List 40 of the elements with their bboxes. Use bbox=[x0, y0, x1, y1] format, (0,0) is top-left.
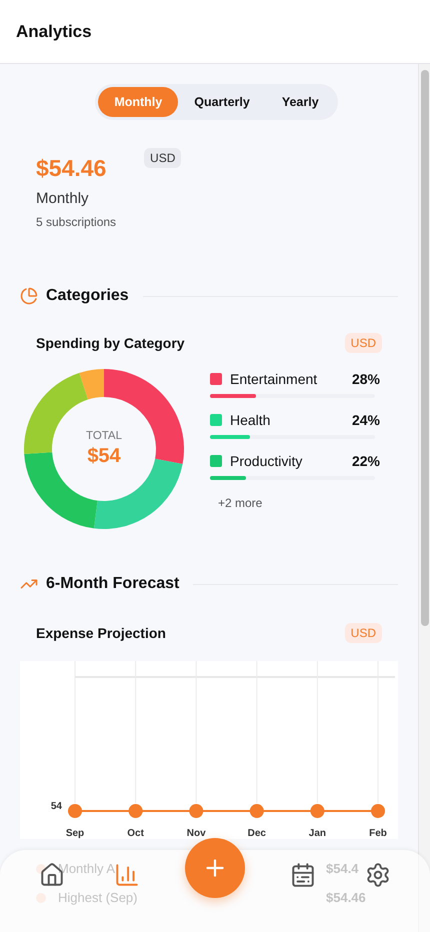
axis-label: Feb bbox=[369, 828, 387, 839]
stat-dot-icon bbox=[36, 864, 46, 874]
axis-label: Oct bbox=[127, 828, 144, 839]
card-title: Spending by Category bbox=[36, 335, 185, 351]
legend-label: Entertainment bbox=[230, 371, 318, 387]
axis-label: Dec bbox=[248, 828, 266, 839]
scrollbar[interactable] bbox=[418, 64, 430, 932]
total-amount: $54.46 bbox=[36, 155, 108, 182]
currency-badge: USD bbox=[344, 623, 382, 643]
legend-percent: 24% bbox=[352, 412, 380, 428]
legend-label: Productivity bbox=[230, 453, 304, 469]
stat-value: $54.46 bbox=[326, 890, 367, 905]
stat-label: Monthly A bbox=[58, 861, 116, 876]
period-tab[interactable]: Quarterly bbox=[178, 87, 266, 117]
card-title: Expense Projection bbox=[36, 625, 166, 641]
stat-label: Highest (Sep) bbox=[58, 890, 138, 905]
legend-percent: 28% bbox=[352, 371, 380, 387]
settings-icon bbox=[365, 862, 392, 888]
page-title: Analytics bbox=[16, 22, 92, 42]
section-title: 6-Month Forecast bbox=[46, 575, 180, 593]
total-value: $54 bbox=[87, 445, 121, 468]
currency-badge: USD bbox=[344, 333, 382, 353]
subscription-count: 5 subscriptions bbox=[36, 215, 116, 229]
pie-chart-icon bbox=[20, 287, 38, 305]
currency-badge: USD bbox=[144, 148, 182, 168]
period-tab[interactable]: Yearly bbox=[266, 87, 335, 117]
calendar-icon bbox=[290, 862, 316, 888]
add-button[interactable] bbox=[184, 838, 245, 898]
total-label: TOTAL bbox=[86, 430, 122, 442]
legend-label: Health bbox=[230, 412, 272, 428]
period-label: Monthly bbox=[36, 190, 90, 207]
axis-label: Jan bbox=[308, 828, 326, 839]
stat-value: $54.4 bbox=[326, 861, 360, 876]
axis-label: Nov bbox=[186, 828, 206, 839]
axis-label: 54 bbox=[50, 801, 62, 812]
axis-label: Sep bbox=[66, 828, 84, 839]
bar-chart-icon bbox=[114, 862, 140, 888]
section-title: Categories bbox=[46, 287, 129, 305]
more-label: +2 more bbox=[218, 496, 264, 510]
legend-percent: 22% bbox=[352, 453, 380, 469]
